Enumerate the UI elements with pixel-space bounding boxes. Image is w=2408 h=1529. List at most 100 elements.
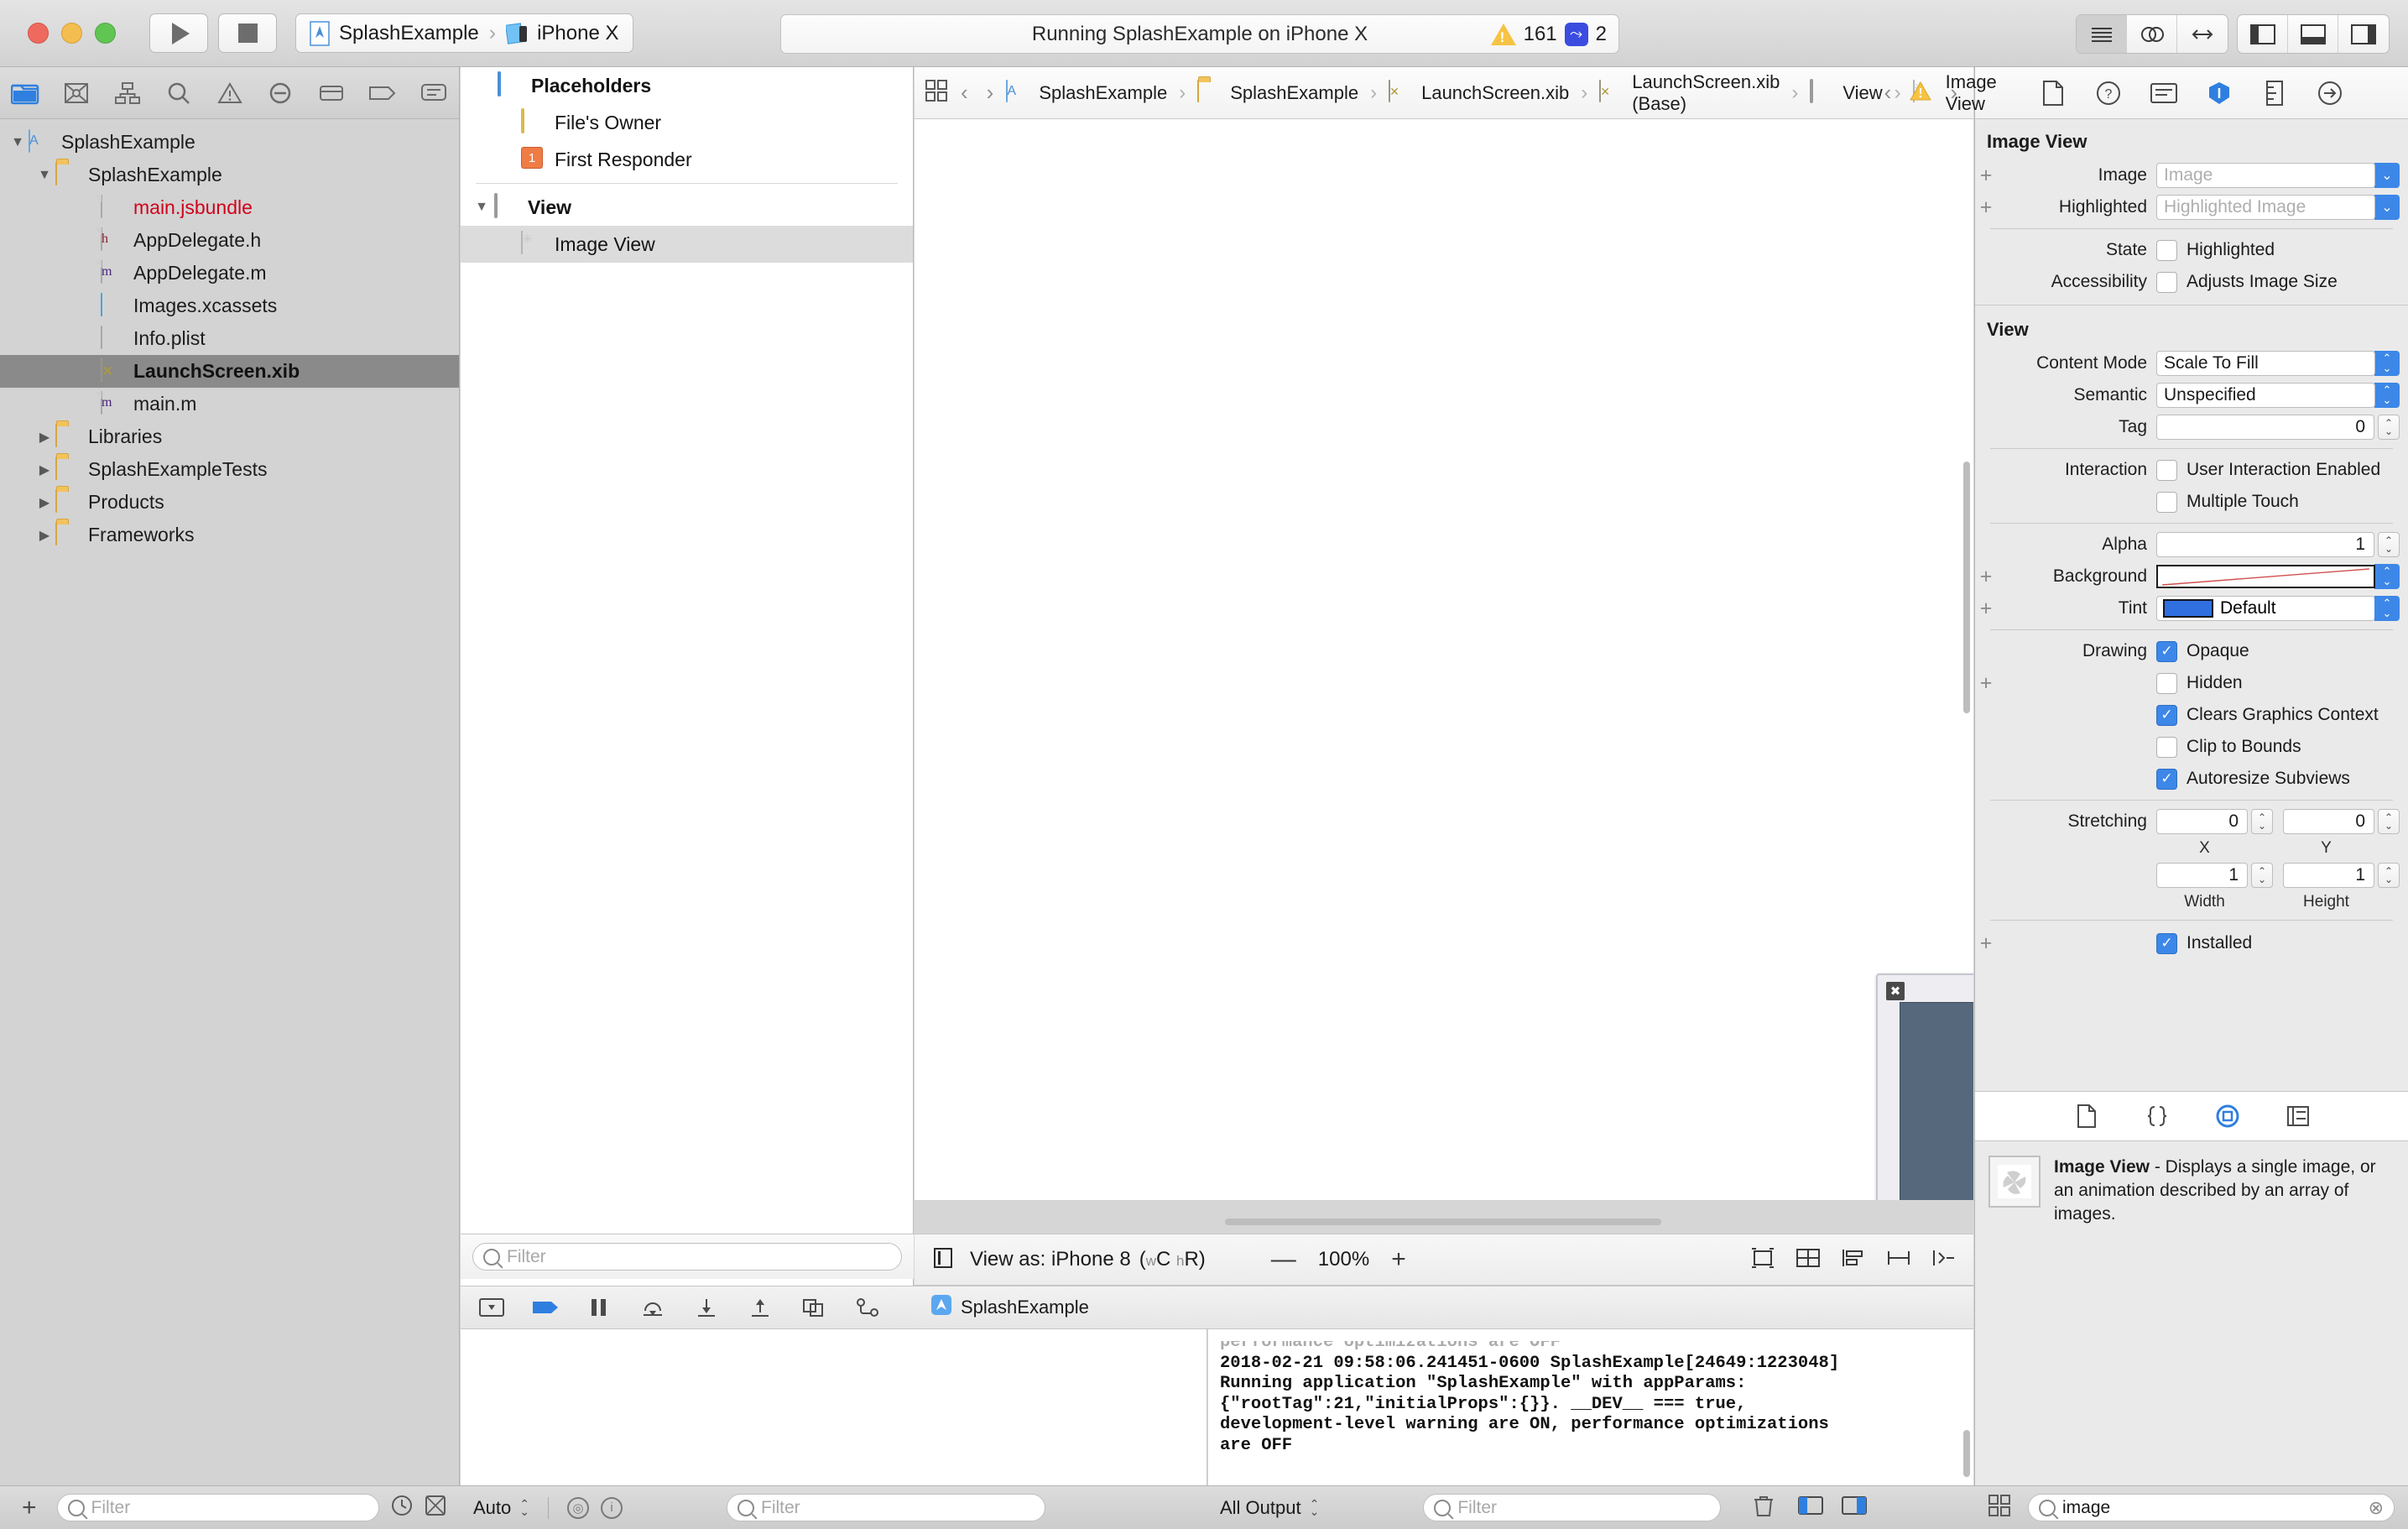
- device-layout-icon[interactable]: [931, 1246, 955, 1274]
- output-scope-selector[interactable]: All Output ⌃ ⌄: [1220, 1497, 1319, 1519]
- close-window-button[interactable]: [28, 23, 49, 44]
- user-interaction-checkbox-row[interactable]: User Interaction Enabled: [2156, 454, 2380, 486]
- adjusts-image-size-checkbox[interactable]: [2156, 271, 2177, 293]
- clip-to-bounds-checkbox-row[interactable]: Clip to Bounds: [2156, 731, 2301, 763]
- disclosure-triangle-right-icon[interactable]: ▶: [35, 527, 54, 544]
- tree-row-1[interactable]: ▼ SplashExample: [0, 159, 459, 191]
- interface-builder-canvas[interactable]: ✖ ••• ••• ⋮ ⋮ UIImageView: [915, 67, 1973, 1200]
- file-inspector-tab[interactable]: [2035, 75, 2072, 112]
- clip-to-bounds-checkbox[interactable]: [2156, 736, 2177, 758]
- panel-toggles-segmented[interactable]: [2237, 14, 2390, 54]
- breadcrumb-xib[interactable]: ✕ LaunchScreen.xib: [1389, 79, 1569, 106]
- tree-row-9[interactable]: ▶ Libraries: [0, 420, 459, 453]
- console-filter-input[interactable]: Filter: [1423, 1494, 1722, 1521]
- variables-filter-input[interactable]: Filter: [727, 1494, 1045, 1521]
- show-memory-icon[interactable]: ◎: [567, 1496, 589, 1519]
- tree-row-6[interactable]: ▶ Info.plist: [0, 322, 459, 355]
- view-hierarchy-icon[interactable]: [800, 1297, 828, 1318]
- state-highlighted-checkbox[interactable]: [2156, 239, 2177, 261]
- size-inspector-tab[interactable]: [2256, 75, 2293, 112]
- standard-editor-button[interactable]: [2077, 15, 2127, 53]
- semantic-select[interactable]: Unspecified: [2156, 383, 2375, 408]
- chevron-down-icon[interactable]: ⌄: [2374, 163, 2400, 188]
- tree-row-7-launchscreen[interactable]: ▶ ✕ LaunchScreen.xib: [0, 355, 459, 388]
- related-files-icon[interactable]: [925, 79, 948, 107]
- add-variation-icon[interactable]: +: [1975, 196, 1997, 220]
- disclosure-triangle-down-icon[interactable]: ▼: [471, 200, 493, 215]
- disclosure-triangle-right-icon[interactable]: ▶: [35, 429, 54, 446]
- opaque-checkbox-row[interactable]: ✓ Opaque: [2156, 635, 2249, 667]
- step-over-icon[interactable]: [638, 1297, 667, 1318]
- chevron-down-icon[interactable]: ⌄: [2374, 195, 2400, 220]
- clears-graphics-checkbox-row[interactable]: ✓ Clears Graphics Context: [2156, 699, 2379, 731]
- installed-checkbox-row[interactable]: ✓ Installed: [2156, 927, 2252, 959]
- clear-icon[interactable]: ⊗: [2369, 1497, 2384, 1519]
- installed-checkbox[interactable]: ✓: [2156, 932, 2177, 954]
- breakpoint-navigator-tab[interactable]: [357, 67, 408, 119]
- add-variation-icon[interactable]: +: [1975, 565, 1997, 589]
- embed-in-icon[interactable]: [1796, 1247, 1821, 1273]
- outline-row-placeholders[interactable]: Placeholders: [461, 67, 913, 104]
- hidden-checkbox-row[interactable]: Hidden: [2156, 667, 2243, 699]
- updown-chevron-icon[interactable]: ⌃ ⌄: [2374, 351, 2400, 376]
- hide-debug-area-icon[interactable]: [477, 1297, 506, 1318]
- source-control-navigator-tab[interactable]: [51, 67, 102, 119]
- media-library-tab[interactable]: [2280, 1098, 2317, 1135]
- pin-icon[interactable]: [1886, 1247, 1911, 1273]
- image-input[interactable]: Image: [2156, 163, 2375, 188]
- stretch-height-stepper[interactable]: ⌃ ⌄: [2378, 863, 2400, 888]
- project-file-tree[interactable]: ▼ SplashExample ▼ SplashExample ▶ main.j…: [0, 119, 459, 551]
- add-variation-icon[interactable]: +: [1975, 164, 1997, 188]
- tree-row-0[interactable]: ▼ SplashExample: [0, 126, 459, 159]
- updown-chevron-icon[interactable]: ⌃ ⌄: [519, 1498, 529, 1517]
- add-variation-icon[interactable]: +: [1975, 671, 1997, 696]
- zoom-in-button[interactable]: +: [1391, 1245, 1406, 1274]
- navigator-filter-input[interactable]: Filter: [56, 1494, 379, 1521]
- outline-row-view[interactable]: ▼ View: [461, 189, 913, 226]
- object-library-tab[interactable]: [2209, 1098, 2246, 1135]
- warning-icon[interactable]: [1490, 23, 1516, 46]
- stretch-y-stepper[interactable]: ⌃ ⌄: [2378, 809, 2400, 834]
- zoom-level-label[interactable]: 100%: [1318, 1248, 1369, 1271]
- chevron-left-icon[interactable]: ‹: [955, 80, 974, 106]
- tree-row-3[interactable]: ▶ h AppDelegate.h: [0, 224, 459, 257]
- disclosure-triangle-down-icon[interactable]: ▼: [35, 168, 54, 183]
- file-template-library-tab[interactable]: [2068, 1098, 2105, 1135]
- stretch-y-input[interactable]: 0: [2283, 809, 2374, 834]
- debug-navigator-tab[interactable]: [306, 67, 357, 119]
- warning-icon[interactable]: [1909, 81, 1932, 106]
- scrollbar-thumb[interactable]: [1225, 1219, 1661, 1225]
- continue-icon[interactable]: [531, 1297, 560, 1318]
- console-scrollbar[interactable]: [1963, 1430, 1970, 1477]
- autoresize-checkbox[interactable]: ✓: [2156, 768, 2177, 790]
- symbol-navigator-tab[interactable]: [102, 67, 154, 119]
- tree-row-11[interactable]: ▶ Products: [0, 486, 459, 519]
- chevron-right-icon[interactable]: ›: [981, 80, 1000, 106]
- disclosure-triangle-right-icon[interactable]: ▶: [35, 462, 54, 478]
- tree-row-8[interactable]: ▶ m main.m: [0, 388, 459, 420]
- autoresize-checkbox-row[interactable]: ✓ Autoresize Subviews: [2156, 763, 2350, 795]
- zoom-out-button[interactable]: —: [1271, 1245, 1296, 1274]
- breadcrumb-project[interactable]: SplashExample: [1006, 79, 1167, 106]
- split-console-icon[interactable]: [1798, 1495, 1824, 1520]
- trash-icon[interactable]: [1753, 1494, 1775, 1521]
- assistant-editor-button[interactable]: [2127, 15, 2177, 53]
- tag-input[interactable]: 0: [2156, 415, 2374, 440]
- identity-inspector-tab[interactable]: [2145, 75, 2182, 112]
- stretch-width-input[interactable]: 1: [2156, 863, 2248, 888]
- test-navigator-tab[interactable]: [255, 67, 306, 119]
- tree-row-2[interactable]: ▶ main.jsbundle: [0, 191, 459, 224]
- highlighted-image-input[interactable]: Highlighted Image: [2156, 195, 2375, 220]
- stop-button[interactable]: [218, 13, 277, 53]
- step-into-icon[interactable]: [692, 1297, 721, 1318]
- info-icon[interactable]: i: [601, 1496, 623, 1519]
- recent-files-icon[interactable]: [391, 1495, 413, 1521]
- stretch-width-stepper[interactable]: ⌃ ⌄: [2251, 863, 2273, 888]
- zoom-window-button[interactable]: [95, 23, 116, 44]
- outline-row-first-responder[interactable]: 1 First Responder: [461, 141, 913, 178]
- tree-row-5[interactable]: ▶ Images.xcassets: [0, 290, 459, 322]
- outline-filter-input[interactable]: Filter: [472, 1243, 902, 1271]
- add-file-button[interactable]: +: [22, 1494, 37, 1522]
- variables-view-pane[interactable]: [461, 1329, 1207, 1485]
- source-control-filter-icon[interactable]: [425, 1495, 446, 1521]
